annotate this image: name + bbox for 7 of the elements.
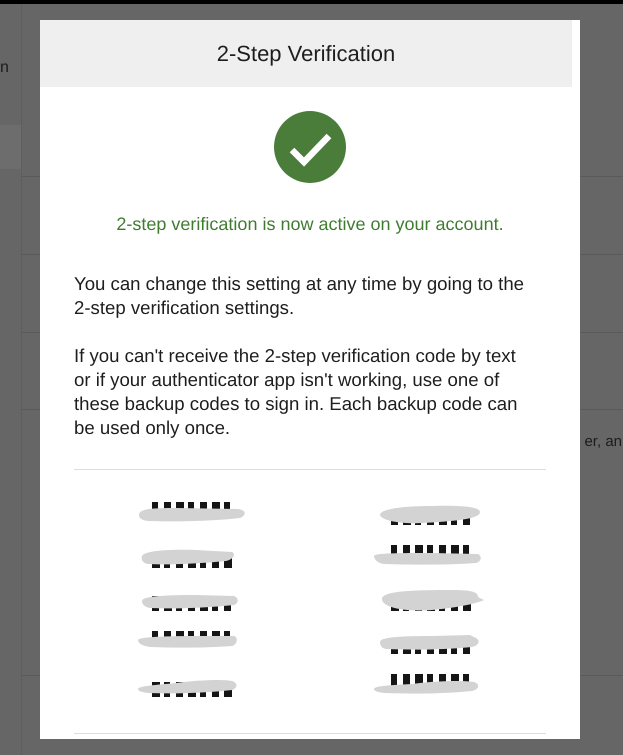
paragraph: You can change this setting at any time by going to the 2-step verification settings.	[74, 272, 525, 320]
page-text: er, an	[584, 432, 622, 452]
paragraph: If you can't receive the 2-step verification code by text or if your authenticator app isn't working, use one of these backup codes to sign in. Each backup code can be used only once.	[74, 344, 518, 440]
sidebar-text: n	[0, 58, 10, 78]
success-check-icon	[274, 111, 346, 183]
dialog-title: 2-Step Verification	[216, 40, 396, 66]
status-message: 2-step verification is now active on your account.	[116, 213, 504, 235]
